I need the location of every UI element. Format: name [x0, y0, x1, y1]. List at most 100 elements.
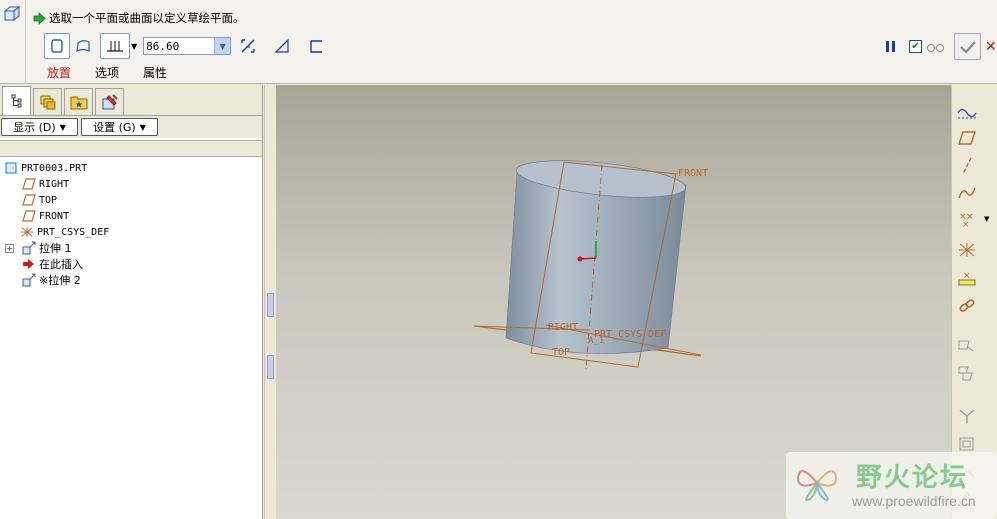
tab-model-tree[interactable]: [2, 86, 31, 115]
panel-splitter[interactable]: [264, 85, 276, 519]
model-tree-panel: 显示 (D) ▼ 设置 (G) ▼ PRT0003.PRT RIGHT TOP …: [0, 85, 263, 519]
expand-icon[interactable]: +: [5, 243, 14, 253]
extrude-icon: [22, 241, 36, 255]
analysis-tool[interactable]: ×: [956, 267, 978, 289]
dashboard-toolbar: ▼ 86.60 ▼: [44, 33, 329, 59]
disabled-tool-1[interactable]: [956, 335, 978, 357]
preview-checkbox[interactable]: ✔: [909, 40, 922, 53]
datum-axis-tool[interactable]: [956, 155, 978, 177]
datum-axis-icon: [962, 157, 972, 175]
pattern-feature-icon: [958, 366, 973, 381]
datum-plane-tool[interactable]: [956, 127, 978, 149]
remove-material-button[interactable]: [269, 33, 295, 59]
dashboard-tabs: 放置 选项 属性: [47, 64, 191, 81]
datum-csys-tool[interactable]: [956, 239, 978, 261]
label-axis: A_1: [588, 336, 604, 346]
tab-properties[interactable]: 属性: [143, 64, 167, 81]
disabled-tool-3[interactable]: [956, 405, 978, 427]
datum-display-icon: [957, 108, 977, 119]
datum-plane-icon: [22, 177, 36, 191]
flip-direction-icon: [241, 39, 255, 53]
tree-item-extrude-2[interactable]: ※拉伸 2: [0, 272, 262, 288]
tab-layers[interactable]: [33, 88, 62, 115]
trim-icon: [959, 409, 975, 423]
tree-item-label: RIGHT: [39, 178, 70, 190]
settings-menu-label: 设置 (G): [93, 121, 136, 134]
prompt-text: 选取一个平面或曲面以定义草绘平面。: [49, 11, 245, 25]
model-tree: PRT0003.PRT RIGHT TOP FRONT PRT_CSYS_DEF…: [0, 157, 262, 288]
tab-connections[interactable]: [95, 88, 124, 115]
tab-placement[interactable]: 放置: [47, 64, 71, 81]
tree-item-part[interactable]: PRT0003.PRT: [0, 160, 262, 176]
dashboard-controls: ✔ ✕: [883, 33, 997, 60]
tree-item-csys[interactable]: PRT_CSYS_DEF: [0, 224, 262, 240]
tree-column-header: [0, 140, 262, 157]
tree-item-extrude-1[interactable]: + 拉伸 1: [0, 240, 262, 256]
offset-icon: [959, 437, 974, 451]
prompt-arrow-icon: [33, 11, 46, 25]
datum-curve-tool[interactable]: [956, 182, 978, 204]
chevron-down-icon[interactable]: ▼: [214, 38, 231, 54]
datum-display-button[interactable]: [956, 101, 978, 123]
label-top: TOP: [552, 347, 570, 358]
site-watermark: 野火论坛 www.proewildfire.cn: [786, 452, 997, 519]
csys-icon: [959, 243, 975, 257]
surface-button[interactable]: [70, 33, 96, 59]
chevron-down-icon: ▼: [59, 122, 66, 132]
datum-curve-icon: [958, 187, 976, 199]
csys-origin: [577, 256, 583, 262]
datum-point-icon: × × ×: [959, 212, 974, 229]
collapse-left-handle[interactable]: [267, 293, 274, 317]
chain-icon: [959, 299, 975, 312]
tree-item-label: 拉伸 1: [39, 242, 72, 255]
tree-item-label: PRT0003.PRT: [21, 162, 88, 174]
remove-material-icon: [274, 38, 289, 53]
chevron-down-icon[interactable]: ▼: [984, 215, 989, 223]
settings-menu-button[interactable]: 设置 (G) ▼: [81, 118, 158, 136]
model-tree-icon: [11, 94, 21, 108]
folder-layers-icon: [40, 95, 55, 110]
tree-item-right[interactable]: RIGHT: [0, 176, 262, 192]
depth-value-combo[interactable]: 86.60 ▼: [143, 37, 232, 55]
thicken-sketch-button[interactable]: [303, 33, 329, 59]
butterfly-logo: [796, 470, 838, 502]
app-window: 选取一个平面或曲面以定义草绘平面。 ▼ 86.60 ▼ 放置 选项 属性 ✔ ✕…: [0, 0, 997, 519]
tree-item-top[interactable]: TOP: [0, 192, 262, 208]
label-front: FRONT: [678, 168, 708, 179]
chevron-down-icon[interactable]: ▼: [131, 42, 137, 51]
tree-item-insert-here[interactable]: 在此插入: [0, 256, 262, 272]
feature-dashboard: 选取一个平面或曲面以定义草绘平面。 ▼ 86.60 ▼ 放置 选项 属性 ✔ ✕: [0, 0, 997, 84]
pause-button[interactable]: [883, 40, 897, 54]
blind-depth-button[interactable]: [100, 33, 130, 59]
tree-item-label: PRT_CSYS_DEF: [37, 226, 110, 238]
datum-plane-icon: [22, 209, 36, 223]
message-prompt: 选取一个平面或曲面以定义草绘平面。: [33, 10, 245, 26]
chain-tool[interactable]: [956, 295, 978, 317]
show-menu-label: 显示 (D): [13, 121, 56, 134]
flip-direction-button[interactable]: [235, 33, 261, 59]
datum-plane-icon: [958, 131, 976, 145]
tree-item-label: 在此插入: [39, 258, 83, 271]
datum-point-tool[interactable]: × × ×: [956, 209, 978, 231]
confirm-button[interactable]: [954, 33, 981, 60]
datum-plane-icon: [22, 193, 36, 207]
extrude-icon: [22, 273, 36, 287]
surface-icon: [76, 40, 90, 53]
show-menu-button[interactable]: 显示 (D) ▼: [1, 118, 78, 136]
checkmark-icon: [959, 40, 976, 54]
depth-option-dropdown[interactable]: ▼: [100, 33, 137, 59]
tab-options[interactable]: 选项: [95, 64, 119, 81]
cancel-icon[interactable]: ✕: [985, 39, 997, 55]
glasses-preview-icon[interactable]: [926, 41, 946, 53]
solid-button[interactable]: [44, 33, 70, 59]
blind-depth-icon: [107, 41, 123, 52]
tree-item-front[interactable]: FRONT: [0, 208, 262, 224]
solid-icon: [51, 39, 63, 53]
depth-value[interactable]: 86.60: [144, 40, 214, 53]
tab-favorites[interactable]: [64, 88, 93, 115]
disabled-tool-2[interactable]: [956, 363, 978, 385]
expand-right-handle[interactable]: [267, 355, 274, 379]
ruler-point-icon: ×: [958, 271, 976, 286]
folder-star-icon: [70, 96, 87, 110]
part-icon: [4, 161, 18, 175]
